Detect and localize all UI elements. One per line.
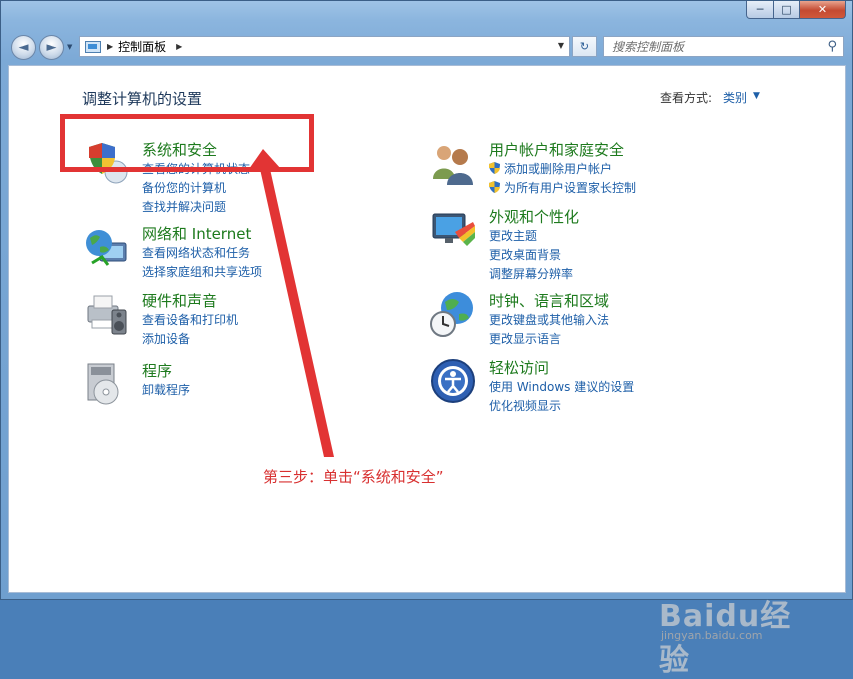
annotation-instruction: 第三步：单击“系统和安全” [263, 468, 444, 486]
control-panel-window: ─ □ ✕ ◄ ► ▼ ▶ 控制面板 ▶ ▼ ↻ ⚲ 调整计算机的设置 查看方式… [0, 0, 853, 678]
annotation-arrow-icon [249, 149, 334, 457]
watermark-url: jingyan.baidu.com [661, 629, 763, 642]
